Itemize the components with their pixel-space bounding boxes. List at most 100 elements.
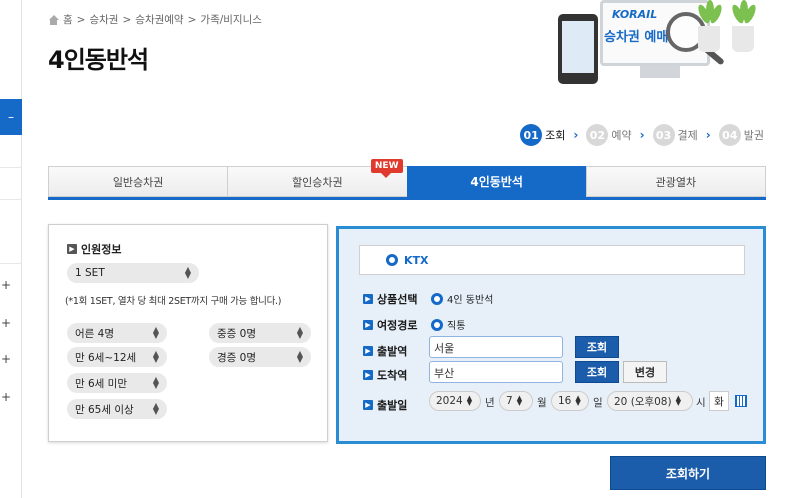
- arrival-station-input[interactable]: 부산: [429, 361, 563, 383]
- left-sidebar: – + + + +: [0, 0, 22, 498]
- korail-logo: KORAIL: [612, 8, 658, 21]
- weekday-display: 화: [709, 391, 729, 411]
- senior-select[interactable]: 만 65세 이상 ▲ ▼: [67, 399, 167, 419]
- breadcrumb: 홈 > 승차권 > 승차권예약 > 가족/비지니스: [48, 12, 262, 27]
- updown-icon: ▲ ▼: [152, 325, 159, 340]
- updown-icon: ▲ ▼: [184, 265, 191, 280]
- tab-label: 할인승차권: [292, 175, 343, 189]
- updown-icon: ▲ ▼: [296, 325, 303, 340]
- sidebar-row[interactable]: [0, 70, 22, 100]
- sidebar-row[interactable]: [0, 170, 22, 200]
- breadcrumb-separator: >: [122, 13, 132, 26]
- chevron-right-icon: ›: [639, 128, 645, 142]
- severe-disabled-select[interactable]: 중증 0명 ▲ ▼: [209, 323, 311, 343]
- home-icon[interactable]: [48, 14, 59, 25]
- radio-selected-icon[interactable]: [386, 254, 398, 266]
- step-issue: 04 발권: [718, 124, 764, 146]
- radio-selected-icon[interactable]: [431, 318, 443, 331]
- ticket-tabs: 일반승차권 할인승차권 NEW 4인동반석 관광열차: [48, 159, 766, 200]
- tab-tourist-train[interactable]: 관광열차: [585, 166, 766, 197]
- passenger-panel: ▶ 인원정보 1 SET ▲ ▼ (*1회 1SET, 열차 당 최대 2SET까…: [48, 224, 328, 442]
- updown-icon: ▲ ▼: [296, 349, 303, 364]
- updown-icon: ▲ ▼: [152, 401, 159, 416]
- page-title: 4인동반석: [48, 46, 149, 74]
- search-submit-button[interactable]: 조회하기: [610, 456, 766, 490]
- year-unit: 년: [485, 397, 495, 409]
- sidebar-expand-icon[interactable]: +: [0, 352, 12, 366]
- step-number: 02: [586, 124, 609, 146]
- select-value: 만 6세 미만: [75, 377, 127, 390]
- infant-select[interactable]: 만 6세 미만 ▲ ▼: [67, 373, 167, 393]
- promo-illustration: KORAIL 승차권 예매: [552, 0, 800, 100]
- phone-icon: [558, 14, 598, 84]
- sidebar-expand-icon[interactable]: +: [0, 278, 12, 292]
- step-search: 01 조회: [520, 124, 565, 146]
- updown-icon: ▲ ▼: [516, 394, 523, 407]
- sidebar-expand-icon[interactable]: +: [0, 390, 12, 404]
- updown-icon: ▲ ▼: [152, 349, 159, 364]
- step-reserve: 02 예약: [586, 124, 632, 146]
- set-note: (*1회 1SET, 열차 당 최대 2SET까지 구매 가능 합니다.): [65, 296, 282, 307]
- month-select[interactable]: 7 ▲ ▼: [499, 391, 533, 411]
- sidebar-expand-icon[interactable]: +: [0, 316, 12, 330]
- field-label: 여정경로: [377, 319, 418, 332]
- section-title: 인원정보: [81, 243, 122, 256]
- breadcrumb-item[interactable]: 승차권: [89, 12, 118, 27]
- radio-selected-icon[interactable]: [431, 292, 443, 305]
- train-type-bar[interactable]: KTX: [359, 245, 745, 275]
- arrow-right-icon: ▶: [363, 294, 373, 304]
- select-value: 어른 4명: [75, 327, 114, 340]
- calendar-icon[interactable]: [735, 395, 747, 407]
- swap-stations-button[interactable]: 변경: [623, 361, 667, 383]
- select-value: 2024: [436, 395, 463, 407]
- field-label: 상품선택: [377, 293, 418, 306]
- sidebar-row[interactable]: [0, 138, 22, 168]
- date-label: ▶ 출발일: [363, 397, 407, 413]
- arrow-right-icon: ▶: [363, 400, 373, 410]
- arrow-right-icon: ▶: [363, 346, 373, 356]
- arrow-right-icon: ▶: [363, 370, 373, 380]
- updown-icon: ▲ ▼: [675, 394, 681, 407]
- mild-disabled-select[interactable]: 경증 0명 ▲ ▼: [209, 347, 311, 367]
- set-select[interactable]: 1 SET ▲ ▼: [67, 263, 199, 283]
- departure-lookup-button[interactable]: 조회: [575, 336, 619, 358]
- arrival-label: ▶ 도착역: [363, 367, 407, 383]
- plant-icon: [730, 0, 758, 52]
- route-option[interactable]: 직통: [431, 317, 465, 332]
- select-value: 7: [506, 395, 513, 407]
- breadcrumb-item[interactable]: 가족/비지니스: [200, 12, 262, 27]
- breadcrumb-item[interactable]: 승차권예약: [135, 12, 183, 27]
- day-select[interactable]: 16 ▲ ▼: [551, 391, 589, 411]
- departure-station-input[interactable]: 서울: [429, 336, 563, 358]
- select-value: 16: [558, 395, 572, 407]
- day-unit: 일: [593, 397, 603, 409]
- sidebar-row[interactable]: [0, 234, 22, 264]
- step-number: 04: [718, 124, 741, 146]
- train-type-label: KTX: [404, 253, 429, 267]
- month-unit: 월: [537, 397, 547, 409]
- tab-discount-ticket[interactable]: 할인승차권 NEW: [227, 159, 407, 197]
- adult-select[interactable]: 어른 4명 ▲ ▼: [67, 323, 167, 343]
- product-label: ▶ 상품선택: [363, 291, 417, 307]
- tab-general-ticket[interactable]: 일반승차권: [48, 166, 228, 197]
- breadcrumb-item[interactable]: 홈: [63, 12, 73, 27]
- select-value: 20 (오후08): [614, 395, 672, 408]
- sidebar-active-item[interactable]: –: [0, 99, 22, 135]
- year-select[interactable]: 2024 ▲ ▼: [429, 391, 481, 411]
- field-label: 출발역: [377, 345, 408, 358]
- select-value: 1 SET: [75, 267, 105, 279]
- option-label: 직통: [447, 321, 466, 332]
- step-number: 01: [520, 124, 543, 146]
- tab-four-person-seat[interactable]: 4인동반석: [406, 166, 586, 197]
- hour-select[interactable]: 20 (오후08) ▲ ▼: [607, 391, 693, 411]
- select-value: 중증 0명: [217, 327, 256, 340]
- chevron-right-icon: ›: [573, 128, 579, 142]
- step-number: 03: [652, 124, 675, 146]
- child-select[interactable]: 만 6세~12세 ▲ ▼: [67, 347, 167, 367]
- arrival-lookup-button[interactable]: 조회: [575, 361, 619, 383]
- product-option[interactable]: 4인 동반석: [431, 291, 493, 306]
- step-label: 발권: [743, 129, 764, 142]
- step-label: 결제: [677, 129, 698, 142]
- step-label: 조회: [545, 129, 566, 142]
- step-label: 예약: [611, 129, 632, 142]
